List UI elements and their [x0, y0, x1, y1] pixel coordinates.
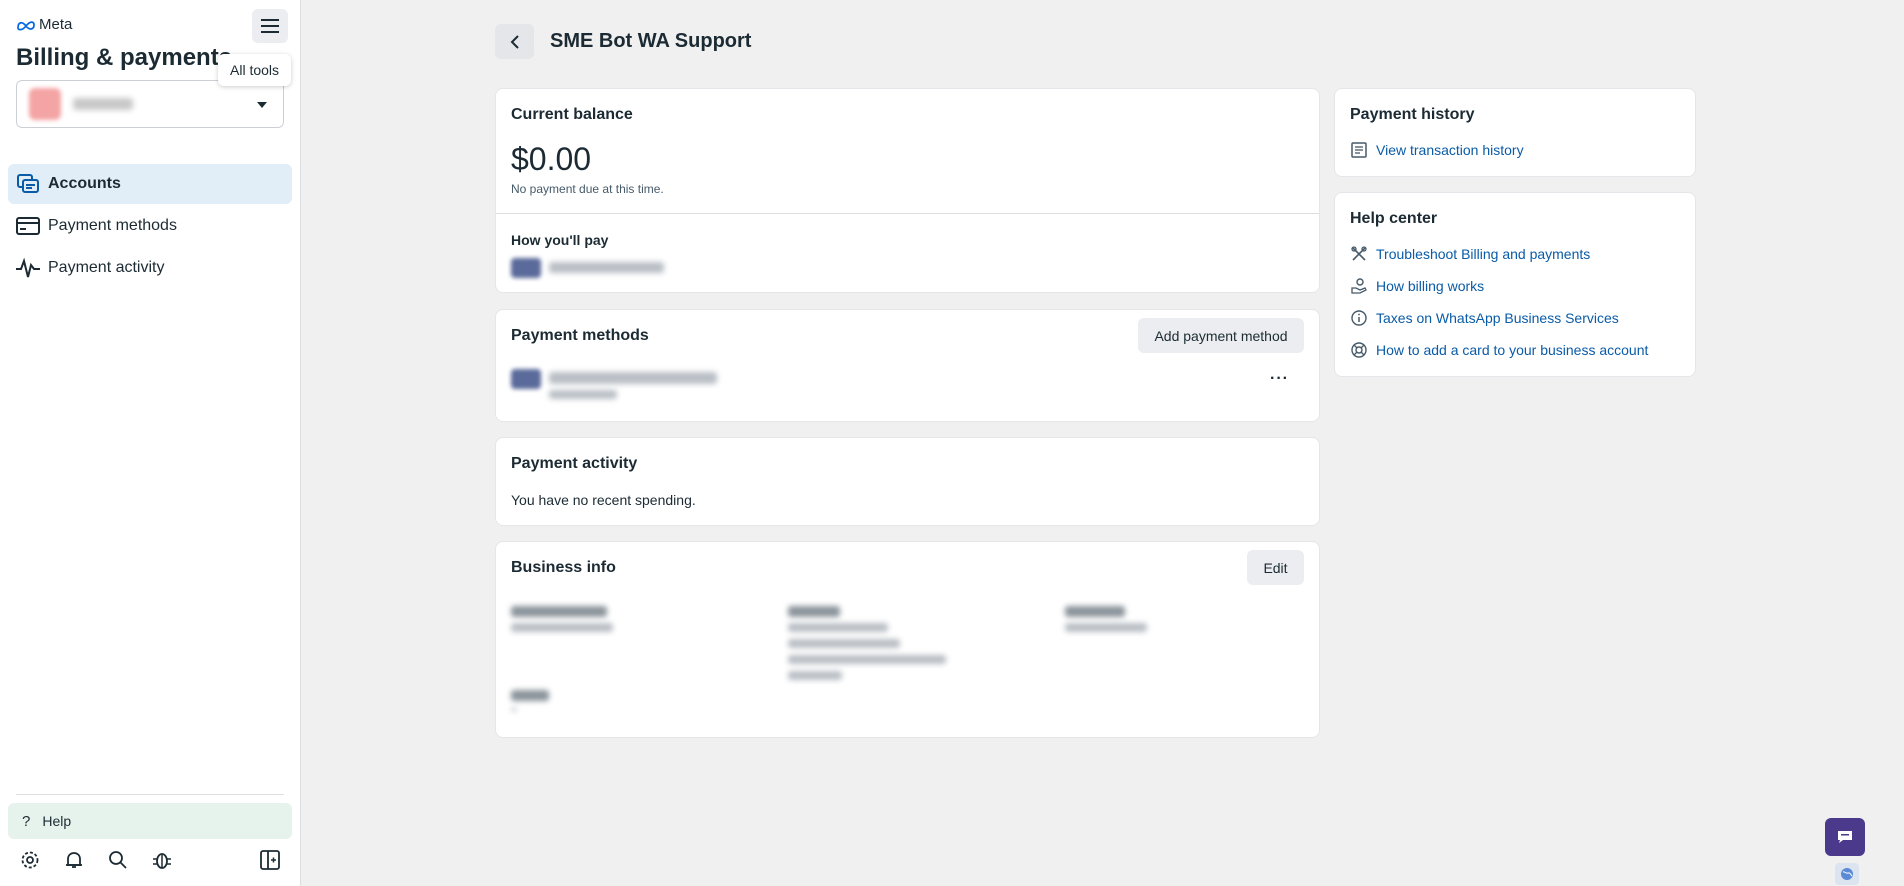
sidebar-item-payment-methods[interactable]: Payment methods	[8, 206, 292, 246]
currency-label-blurred	[1065, 606, 1125, 617]
panel-toggle-icon[interactable]	[258, 848, 282, 872]
address-line-1-blurred	[788, 623, 888, 632]
help-center-card: Help center Troubleshoot Billing and pay…	[1334, 192, 1696, 377]
help-link-troubleshoot[interactable]: Troubleshoot Billing and payments	[1350, 238, 1648, 270]
mastercard-icon	[511, 369, 541, 389]
card-help-icon	[1350, 341, 1368, 359]
help-link-how-billing-works[interactable]: How billing works	[1350, 270, 1648, 302]
meta-infinity-icon	[17, 20, 35, 30]
help-link-add-card[interactable]: How to add a card to your business accou…	[1350, 334, 1648, 366]
more-options-button[interactable]: ···	[1270, 370, 1289, 388]
meta-wordmark: Meta	[39, 16, 73, 33]
globe-icon[interactable]	[1835, 863, 1859, 885]
link-label: Taxes on WhatsApp Business Services	[1376, 310, 1619, 326]
tax-id-value-blurred	[511, 708, 517, 711]
chat-bubble-icon	[1838, 831, 1852, 843]
address-line-4-blurred	[788, 671, 842, 680]
edit-business-info-button[interactable]: Edit	[1247, 550, 1304, 585]
payment-methods-card: Payment methods Add payment method ···	[495, 309, 1320, 422]
help-button[interactable]: ? Help	[8, 803, 292, 839]
sidebar-divider	[16, 794, 284, 795]
chevron-down-icon	[257, 102, 267, 108]
link-label: Troubleshoot Billing and payments	[1376, 246, 1591, 262]
business-name-label-blurred	[511, 606, 607, 617]
payment-card-label-blurred	[549, 262, 664, 273]
info-icon	[1350, 309, 1368, 327]
balance-amount: $0.00	[511, 141, 592, 177]
payment-methods-title: Payment methods	[511, 327, 649, 344]
mastercard-icon	[511, 258, 541, 278]
main-header: SME Bot WA Support	[495, 24, 751, 59]
help-label: Help	[42, 813, 72, 829]
settings-icon[interactable]	[18, 848, 42, 872]
card-expiry-blurred	[549, 390, 617, 399]
page-title: SME Bot WA Support	[550, 30, 752, 52]
account-name-blurred	[73, 98, 133, 110]
hamburger-icon	[261, 19, 279, 33]
credit-card-icon	[16, 214, 40, 238]
sidebar-item-label: Payment activity	[48, 259, 165, 276]
sidebar-item-accounts[interactable]: Accounts	[8, 164, 292, 204]
all-tools-menu-button[interactable]	[252, 9, 288, 43]
business-info-card: Business info Edit	[495, 541, 1320, 738]
current-balance-card: Current balance $0.00 No payment due at …	[495, 88, 1320, 293]
sidebar-item-label: Payment methods	[48, 217, 177, 234]
card-divider	[496, 213, 1319, 214]
sidebar-item-label: Accounts	[48, 175, 121, 192]
payment-card-label-blurred	[549, 372, 717, 384]
payment-activity-title: Payment activity	[511, 455, 638, 472]
account-avatar	[29, 88, 61, 120]
tax-id-label-blurred	[511, 690, 549, 701]
business-name-value-blurred	[511, 623, 613, 632]
sidebar-item-payment-activity[interactable]: Payment activity	[8, 248, 292, 288]
page-scrollbar[interactable]	[1890, 0, 1904, 886]
address-label-blurred	[788, 606, 840, 617]
page-heading: Billing & payments	[16, 44, 233, 71]
receipt-icon	[1350, 141, 1368, 159]
link-label: View transaction history	[1376, 142, 1524, 158]
how-you-pay-title: How you'll pay	[511, 232, 609, 248]
payment-history-card: Payment history View transaction history	[1334, 88, 1696, 177]
chat-support-button[interactable]	[1825, 818, 1865, 856]
business-info-title: Business info	[511, 559, 616, 576]
address-line-3-blurred	[788, 655, 946, 664]
sidebar-bottom-toolbar	[16, 848, 284, 872]
bell-icon[interactable]	[62, 848, 86, 872]
link-label: How to add a card to your business accou…	[1376, 342, 1649, 358]
balance-note: No payment due at this time.	[511, 182, 664, 196]
question-icon: ?	[22, 812, 31, 830]
search-icon[interactable]	[106, 848, 130, 872]
address-line-2-blurred	[788, 639, 900, 648]
billing-hand-icon	[1350, 277, 1368, 295]
accounts-icon	[16, 172, 40, 196]
help-center-title: Help center	[1350, 210, 1438, 227]
add-payment-method-button[interactable]: Add payment method	[1138, 318, 1304, 353]
back-button[interactable]	[495, 24, 534, 59]
view-transaction-history-link[interactable]: View transaction history	[1350, 134, 1524, 166]
meta-logo: Meta	[16, 16, 72, 33]
help-center-links: Troubleshoot Billing and payments How bi…	[1350, 238, 1648, 366]
currency-value-blurred	[1065, 623, 1147, 632]
sidebar: Meta Billing & payments Accounts Payment…	[0, 0, 301, 886]
payment-activity-card: Payment activity You have no recent spen…	[495, 437, 1320, 526]
payment-history-title: Payment history	[1350, 106, 1475, 123]
chevron-left-icon	[510, 34, 519, 49]
link-label: How billing works	[1376, 278, 1485, 294]
help-link-taxes[interactable]: Taxes on WhatsApp Business Services	[1350, 302, 1648, 334]
account-selector[interactable]	[16, 80, 284, 128]
bug-icon[interactable]	[150, 848, 174, 872]
tools-icon	[1350, 245, 1368, 263]
payment-activity-text: You have no recent spending.	[511, 492, 696, 508]
activity-icon	[16, 256, 40, 280]
sidebar-nav: Accounts Payment methods Payment activit…	[8, 164, 292, 290]
current-balance-title: Current balance	[511, 106, 633, 123]
all-tools-tooltip: All tools	[218, 54, 292, 86]
